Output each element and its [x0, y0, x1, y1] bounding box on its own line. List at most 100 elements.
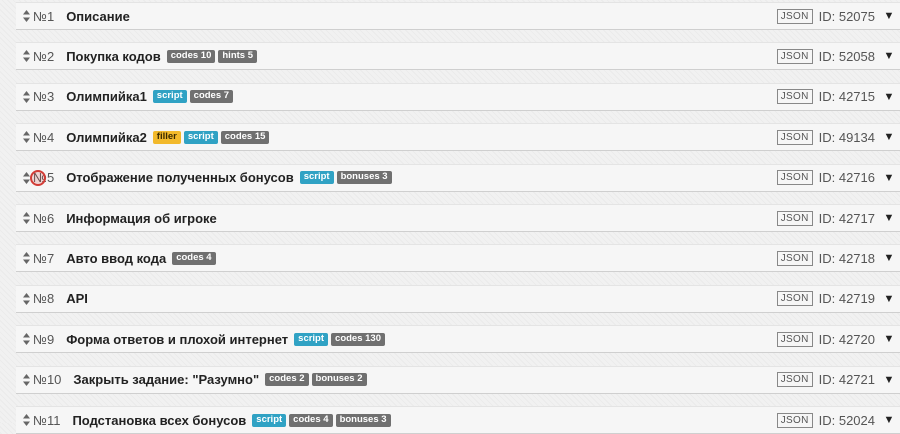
sort-handle-icon	[23, 414, 30, 426]
level-id: ID: 52024	[819, 413, 875, 428]
level-id: ID: 42719	[819, 291, 875, 306]
level-row[interactable]: №7 Авто ввод кода codes 4 JSON ID: 42718…	[16, 244, 900, 273]
drag-handle[interactable]: №9	[16, 326, 54, 352]
id-value: 52024	[838, 412, 875, 428]
level-row[interactable]: №1 Описание JSON ID: 52075 ▼	[16, 2, 900, 30]
drag-handle[interactable]: №1	[16, 3, 54, 29]
id-value: 42718	[838, 250, 875, 266]
level-badges: codes 4	[169, 251, 216, 265]
level-number: №4	[33, 129, 55, 145]
level-id: ID: 42716	[819, 170, 875, 185]
level-title[interactable]: Олимпийка2	[66, 130, 147, 145]
sort-handle-icon	[23, 212, 30, 224]
level-badges: script codes 130	[291, 332, 385, 346]
level-badges: codes 2 bonuses 2	[262, 373, 367, 387]
id-label: ID:	[818, 291, 839, 307]
drag-handle[interactable]: №7	[16, 245, 54, 271]
sort-handle-icon	[23, 10, 30, 22]
level-id: ID: 42720	[819, 332, 875, 347]
level-row[interactable]: №5 Отображение полученных бонусов script…	[16, 163, 900, 192]
expand-toggle-icon[interactable]: ▼	[878, 172, 900, 184]
sort-handle-icon	[23, 50, 30, 63]
drag-handle[interactable]: №6	[16, 205, 54, 231]
expand-toggle-icon[interactable]: ▼	[878, 414, 900, 426]
level-number: №6	[33, 210, 55, 226]
json-button[interactable]: JSON	[776, 412, 813, 428]
level-badges: script bonuses 3	[297, 171, 392, 185]
drag-handle[interactable]: №2	[16, 43, 54, 69]
level-badge-script: script	[294, 332, 329, 346]
level-badge-gray: codes 4	[289, 413, 333, 427]
level-row[interactable]: №9 Форма ответов и плохой интернет scrip…	[16, 325, 900, 354]
expand-toggle-icon[interactable]: ▼	[878, 131, 900, 143]
id-label: ID:	[818, 89, 839, 105]
drag-handle[interactable]: №11	[16, 407, 60, 433]
level-title[interactable]: Отображение полученных бонусов	[66, 170, 294, 185]
json-button[interactable]: JSON	[776, 170, 813, 186]
level-badge-script: script	[252, 413, 287, 427]
json-button[interactable]: JSON	[776, 331, 813, 347]
level-number: №11	[33, 412, 61, 428]
id-label: ID:	[818, 129, 839, 145]
level-badge-gray: codes 4	[172, 251, 216, 265]
level-badges: filler script codes 15	[150, 130, 270, 144]
expand-toggle-icon[interactable]: ▼	[878, 212, 900, 224]
expand-toggle-icon[interactable]: ▼	[878, 91, 900, 103]
drag-handle[interactable]: №8	[16, 286, 54, 312]
level-id: ID: 52075	[819, 9, 875, 24]
level-title[interactable]: Форма ответов и плохой интернет	[66, 332, 288, 347]
id-label: ID:	[818, 48, 839, 64]
level-id: ID: 42717	[819, 211, 875, 226]
level-row[interactable]: №6 Информация об игроке JSON ID: 42717 ▼	[16, 204, 900, 232]
level-title[interactable]: Авто ввод кода	[66, 251, 166, 266]
expand-toggle-icon[interactable]: ▼	[878, 333, 900, 345]
level-id: ID: 52058	[819, 49, 875, 64]
level-number: №9	[33, 331, 55, 347]
json-button[interactable]: JSON	[776, 372, 813, 388]
level-number: №3	[33, 89, 55, 105]
json-button[interactable]: JSON	[776, 291, 813, 307]
level-row[interactable]: №4 Олимпийка2 filler script codes 15 JSON …	[16, 123, 900, 152]
json-button[interactable]: JSON	[776, 48, 813, 64]
id-value: 42717	[838, 210, 875, 226]
json-button[interactable]: JSON	[776, 89, 813, 105]
level-title[interactable]: Олимпийка1	[66, 89, 147, 104]
json-button[interactable]: JSON	[776, 129, 813, 145]
level-title[interactable]: Описание	[66, 9, 130, 24]
json-button[interactable]: JSON	[776, 250, 813, 266]
expand-toggle-icon[interactable]: ▼	[878, 374, 900, 386]
id-value: 49134	[838, 129, 875, 145]
level-row[interactable]: №10 Закрыть задание: "Разумно" codes 2 bo…	[16, 365, 900, 394]
drag-handle[interactable]: №10	[16, 367, 61, 393]
id-value: 42719	[838, 291, 875, 307]
level-badge-gray: codes 7	[189, 90, 234, 104]
json-button[interactable]: JSON	[776, 210, 813, 226]
sort-handle-icon	[23, 373, 30, 386]
level-row[interactable]: №3 Олимпийка1 script codes 7 JSON ID: 427…	[16, 82, 900, 111]
expand-toggle-icon[interactable]: ▼	[878, 50, 900, 62]
drag-handle[interactable]: №3	[16, 84, 54, 110]
sort-handle-icon	[23, 252, 30, 265]
level-number: №5	[33, 170, 55, 186]
level-number: №1	[33, 8, 55, 24]
level-row[interactable]: №2 Покупка кодов codes 10 hints 5 JSON ID…	[16, 42, 900, 71]
json-button[interactable]: JSON	[776, 8, 813, 24]
level-title[interactable]: Закрыть задание: "Разумно"	[73, 372, 259, 387]
drag-handle[interactable]: №5	[16, 165, 54, 191]
level-row[interactable]: №8 API JSON ID: 42719 ▼	[16, 284, 900, 313]
expand-toggle-icon[interactable]: ▼	[878, 252, 900, 264]
level-title[interactable]: API	[66, 291, 88, 306]
level-badge-script: script	[152, 90, 187, 104]
sort-handle-icon	[23, 90, 30, 103]
expand-toggle-icon[interactable]: ▼	[878, 10, 900, 22]
expand-toggle-icon[interactable]: ▼	[878, 293, 900, 305]
sort-handle-icon	[23, 292, 30, 305]
level-badge-script: script	[183, 130, 218, 144]
id-label: ID:	[818, 412, 839, 428]
level-title[interactable]: Покупка кодов	[66, 49, 161, 64]
level-title[interactable]: Подстановка всех бонусов	[72, 413, 246, 428]
level-row[interactable]: №11 Подстановка всех бонусов script codes…	[16, 406, 900, 434]
level-id: ID: 42718	[819, 251, 875, 266]
drag-handle[interactable]: №4	[16, 124, 54, 150]
level-title[interactable]: Информация об игроке	[66, 211, 217, 226]
